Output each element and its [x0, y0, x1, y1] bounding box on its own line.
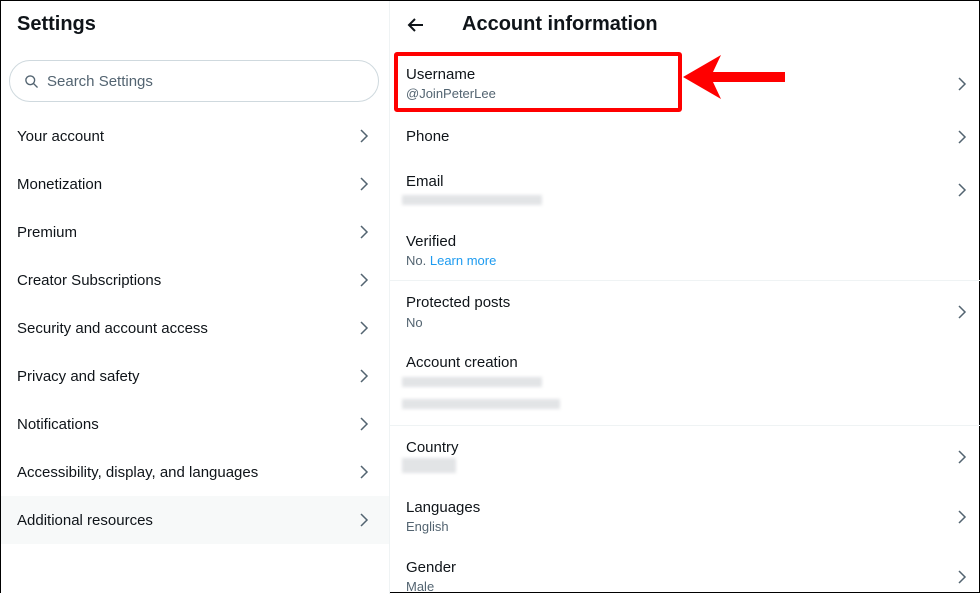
sidebar-item-label: Privacy and safety — [17, 367, 140, 385]
sidebar-item-label: Security and account access — [17, 319, 208, 337]
row-gender[interactable]: Gender Male — [390, 547, 980, 607]
chevron-right-icon — [958, 77, 967, 91]
sidebar-item-creator-subscriptions[interactable]: Creator Subscriptions — [1, 256, 389, 304]
annotation-highlight-box — [394, 52, 682, 112]
sidebar-item-additional-resources[interactable]: Additional resources — [1, 496, 389, 544]
row-label: Verified — [406, 233, 457, 250]
sidebar-item-label: Accessibility, display, and languages — [17, 463, 259, 481]
verified-status: No. — [406, 253, 427, 268]
chevron-right-icon — [360, 321, 369, 335]
chevron-right-icon — [360, 465, 369, 479]
chevron-right-icon — [360, 273, 369, 287]
sidebar-item-label: Additional resources — [17, 511, 153, 529]
sidebar-item-your-account[interactable]: Your account — [1, 112, 389, 160]
chevron-right-icon — [958, 450, 967, 464]
row-country[interactable]: Country — [390, 427, 980, 487]
row-languages[interactable]: Languages English — [390, 487, 980, 547]
search-input[interactable] — [45, 71, 349, 91]
redacted-country — [402, 458, 456, 473]
chevron-right-icon — [360, 177, 369, 191]
row-protected-posts[interactable]: Protected posts No — [390, 282, 980, 342]
sidebar-item-privacy[interactable]: Privacy and safety — [1, 352, 389, 400]
row-email[interactable]: Email — [390, 161, 980, 221]
row-label: Languages — [406, 499, 481, 516]
row-label: Country — [406, 439, 459, 456]
chevron-right-icon — [360, 417, 369, 431]
sidebar-title: Settings — [17, 13, 96, 35]
languages-value: English — [406, 519, 449, 534]
settings-nav: Your account Monetization Premium Creato… — [1, 112, 389, 544]
chevron-right-icon — [958, 183, 967, 197]
redacted-email — [402, 195, 542, 205]
sidebar-item-monetization[interactable]: Monetization — [1, 160, 389, 208]
sidebar-item-label: Notifications — [17, 415, 99, 433]
row-label: Phone — [406, 128, 450, 145]
row-verified: Verified No. Learn more — [390, 221, 980, 279]
chevron-right-icon — [360, 369, 369, 383]
sidebar-item-premium[interactable]: Premium — [1, 208, 389, 256]
sidebar-item-label: Monetization — [17, 175, 103, 193]
search-box[interactable] — [9, 60, 379, 102]
row-label: Protected posts — [406, 294, 511, 311]
protected-value: No — [406, 315, 423, 330]
search-icon — [25, 74, 38, 88]
chevron-right-icon — [958, 130, 967, 144]
chevron-right-icon — [360, 129, 369, 143]
chevron-right-icon — [360, 225, 369, 239]
back-arrow-icon[interactable] — [406, 15, 426, 35]
annotation-arrow-icon — [683, 55, 785, 99]
sidebar-item-notifications[interactable]: Notifications — [1, 400, 389, 448]
chevron-right-icon — [360, 513, 369, 527]
sidebar-item-accessibility[interactable]: Accessibility, display, and languages — [1, 448, 389, 496]
panel-header: Account information — [390, 1, 980, 51]
redacted-creation-location — [402, 399, 560, 409]
chevron-right-icon — [958, 570, 967, 584]
sidebar-item-label: Premium — [17, 223, 78, 241]
sidebar-item-label: Your account — [17, 127, 105, 145]
sidebar-item-security[interactable]: Security and account access — [1, 304, 389, 352]
sidebar-item-label: Creator Subscriptions — [17, 271, 162, 289]
row-phone[interactable]: Phone — [390, 114, 980, 160]
settings-sidebar: Settings Your account Monetization Premi… — [1, 1, 390, 594]
row-label: Account creation — [406, 354, 518, 371]
divider — [390, 425, 980, 426]
redacted-creation-date — [402, 377, 542, 387]
gender-value: Male — [406, 579, 435, 594]
learn-more-link[interactable]: Learn more — [430, 253, 496, 268]
chevron-right-icon — [958, 510, 967, 524]
verified-value: No. Learn more — [406, 253, 496, 268]
divider — [390, 280, 980, 281]
page-title: Account information — [462, 13, 658, 35]
row-label: Gender — [406, 559, 457, 576]
row-account-creation: Account creation — [390, 342, 980, 424]
chevron-right-icon — [958, 305, 967, 319]
row-label: Email — [406, 173, 444, 190]
